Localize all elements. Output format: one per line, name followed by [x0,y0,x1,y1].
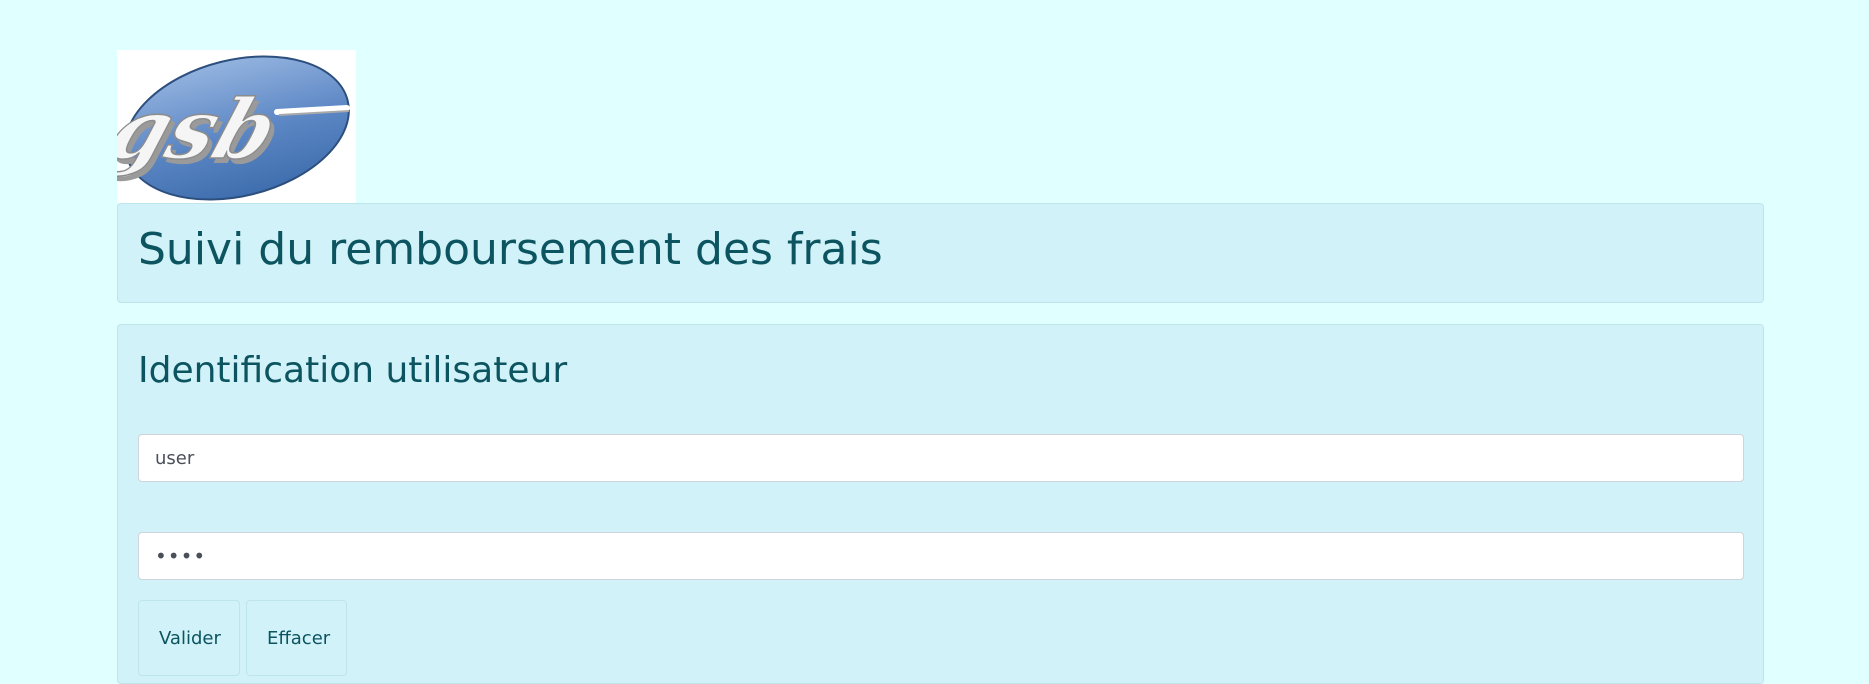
gsb-logo-image: gsb gsb [117,55,350,201]
login-panel: Identification utilisateur Valider Effac… [117,324,1764,684]
page-title: Suivi du remboursement des frais [138,224,883,275]
clear-button[interactable]: Effacer [246,600,347,676]
password-input[interactable] [138,532,1744,580]
login-title: Identification utilisateur [138,350,568,391]
username-input[interactable] [138,434,1744,482]
gsb-logo: gsb gsb [117,50,356,203]
validate-button[interactable]: Valider [138,600,240,676]
header-panel: Suivi du remboursement des frais [117,203,1764,303]
